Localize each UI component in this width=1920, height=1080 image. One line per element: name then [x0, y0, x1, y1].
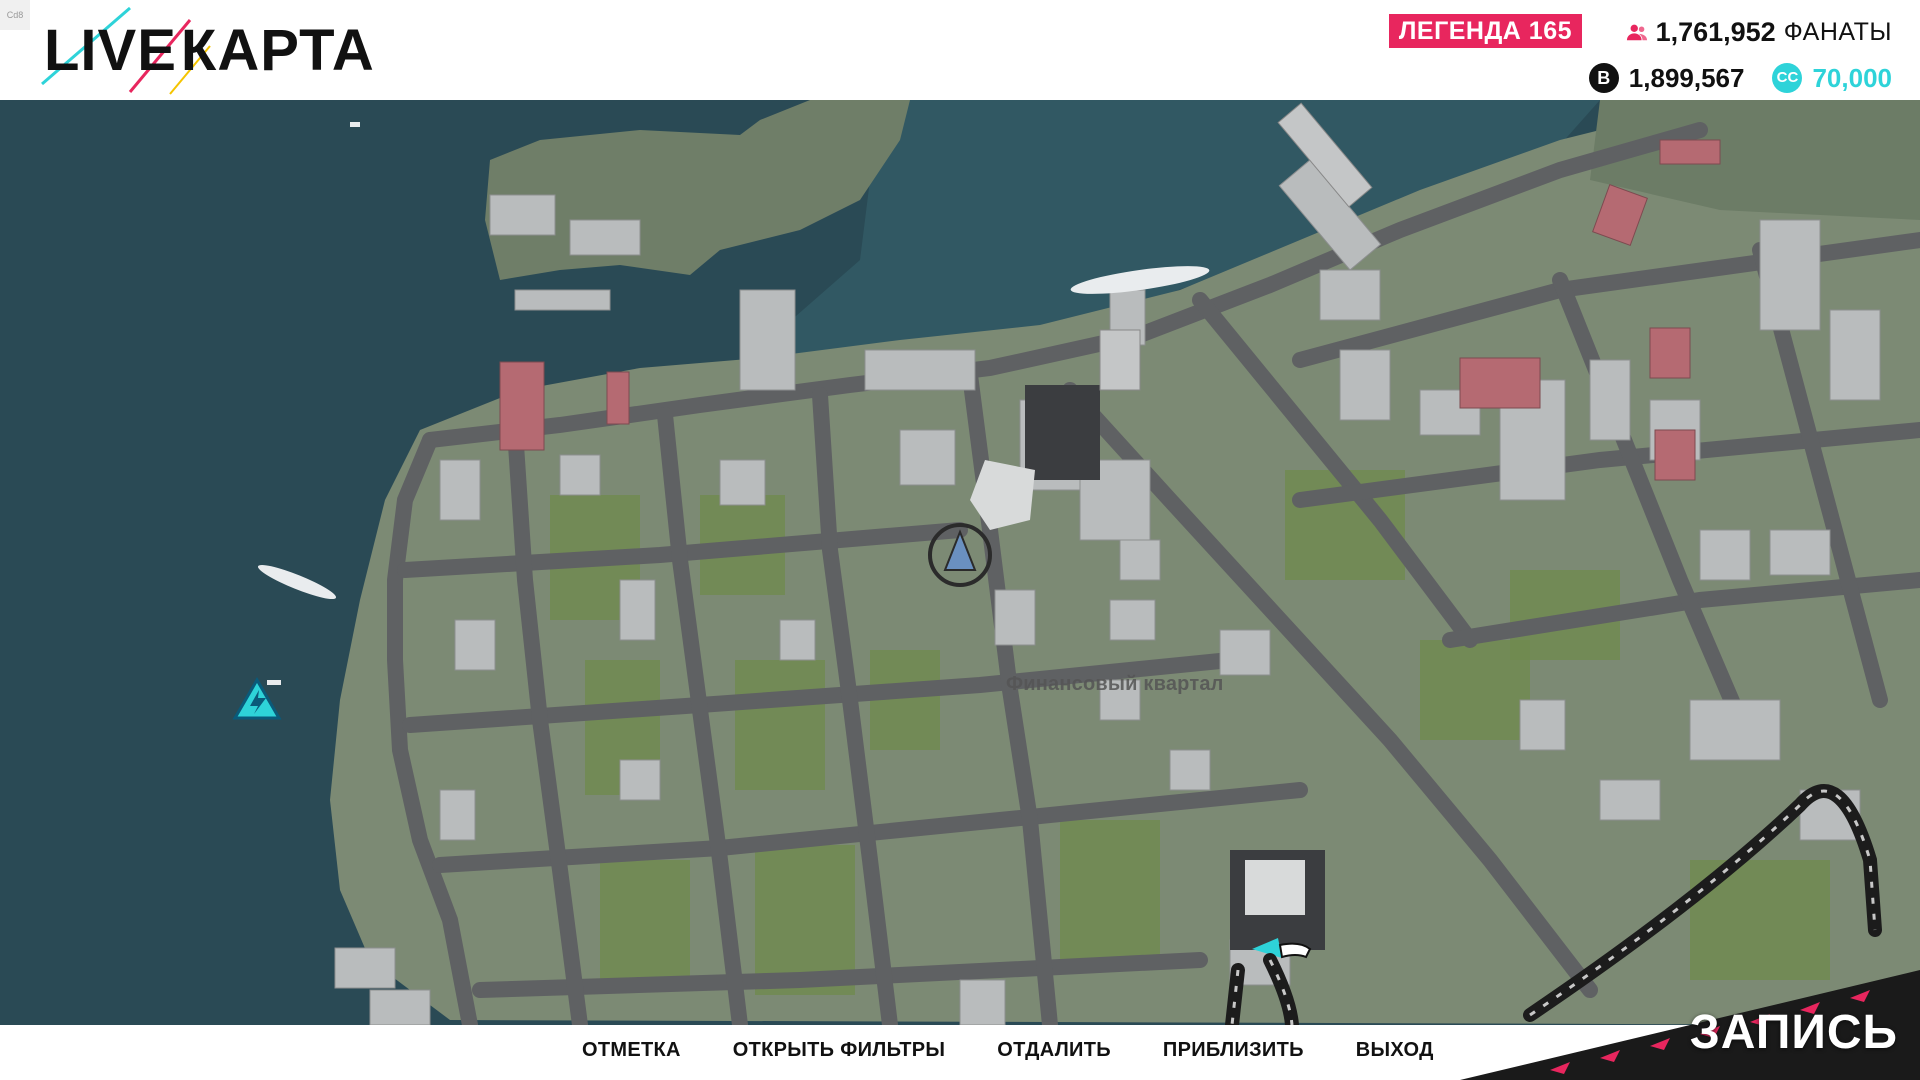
- map-canvas[interactable]: [0, 100, 1920, 1025]
- livemap-logo: LIVE КАРТА: [41, 6, 375, 95]
- fans-icon: [1626, 24, 1647, 41]
- credits-amount: 1,899,567: [1628, 62, 1745, 93]
- top-bar: Cd8 LIVE КАРТА ЛЕГЕНДА 165 1,761,952 ФАН…: [0, 0, 1920, 100]
- build-tag: Cd8: [0, 0, 30, 30]
- legend-level-badge: ЛЕГЕНДА 165: [1388, 14, 1582, 48]
- map-actions: ОТМЕТКА ОТКРЫТЬ ФИЛЬТРЫ ОТДАЛИТЬ ПРИБЛИЗ…: [582, 1039, 1434, 1062]
- fans-count: 1,761,952: [1655, 16, 1776, 47]
- crew-credits-icon: CC: [1772, 63, 1803, 93]
- fans-counter: 1,761,952 ФАНАТЫ: [1626, 16, 1892, 48]
- mark-button[interactable]: ОТМЕТКА: [582, 1039, 681, 1062]
- zoom-in-button[interactable]: ПРИБЛИЗИТЬ: [1163, 1039, 1304, 1062]
- credits-icon: B: [1588, 63, 1619, 93]
- crew-credits-amount: 70,000: [1812, 62, 1892, 93]
- open-filters-button[interactable]: ОТКРЫТЬ ФИЛЬТРЫ: [733, 1039, 946, 1062]
- exit-button[interactable]: ВЫХОД: [1356, 1039, 1434, 1062]
- world-map[interactable]: Финансовый квартал: [0, 100, 1920, 1025]
- logo-map-text: КАРТА: [180, 17, 375, 83]
- logo-live-text: LIVE: [44, 17, 177, 83]
- currency-row: B 1,899,567 CC 70,000: [1588, 62, 1892, 94]
- fans-label: ФАНАТЫ: [1783, 17, 1892, 46]
- zoom-out-button[interactable]: ОТДАЛИТЬ: [997, 1039, 1111, 1062]
- recording-label: ЗАПИСЬ: [1689, 1006, 1898, 1059]
- player-stats: ЛЕГЕНДА 165 1,761,952 ФАНАТЫ B 1,899,567…: [1372, 12, 1892, 94]
- district-label: Финансовый квартал: [1006, 673, 1224, 695]
